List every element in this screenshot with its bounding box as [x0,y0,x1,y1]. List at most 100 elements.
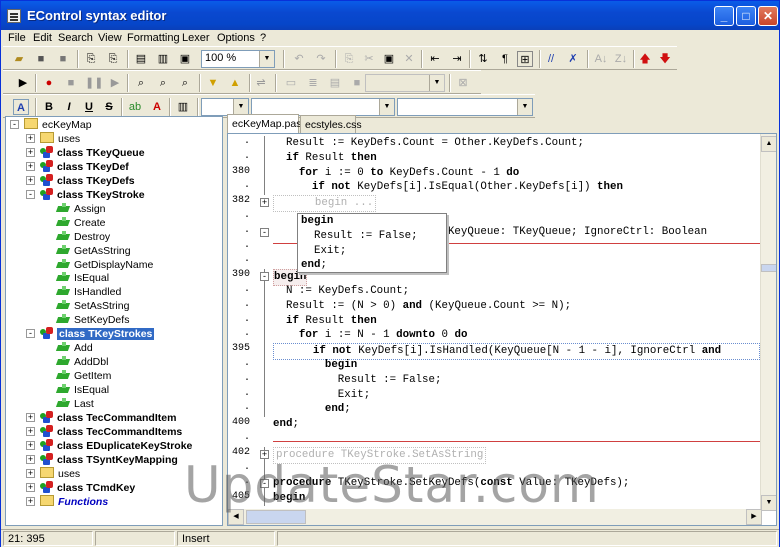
vertical-scrollbar[interactable]: ▲ ▼ [760,134,776,511]
sort-icon[interactable]: ⇅ [475,51,491,67]
block-icon[interactable]: ▤ [327,75,343,91]
print-icon[interactable]: ▥ [155,51,171,67]
tree-expander[interactable]: + [26,147,35,157]
tree-item[interactable]: class TecCommandItems [40,424,182,439]
fold-toggle[interactable]: - [260,272,269,282]
menu-view[interactable]: View [98,32,122,44]
tree-item[interactable]: class TKeyDefs [40,173,135,188]
save-icon[interactable]: ■ [33,51,49,67]
comment-icon[interactable]: // [543,51,559,67]
tree-item[interactable]: SetKeyDefs [56,313,129,327]
wrap-icon[interactable]: ⇌ [253,75,269,91]
uncomment-icon[interactable]: ✗ [565,51,581,67]
underline-icon[interactable]: U [81,99,97,115]
cut-icon[interactable]: ✂ [361,51,377,67]
template-icon[interactable]: ▭ [283,75,299,91]
style-icon[interactable]: A [13,99,29,115]
tree-item[interactable]: Functions [40,494,108,509]
charset-select[interactable]: ▼ [397,98,533,116]
zoom-select[interactable]: 100 % ▼ [201,50,275,68]
tree-item[interactable]: uses [40,131,80,146]
menu-search[interactable]: Search [58,32,93,44]
highlight-icon[interactable]: ab [127,99,143,115]
bold-icon[interactable]: B [41,99,57,115]
lexer-select[interactable]: ▼ [365,74,445,92]
title-bar[interactable]: EControl syntax editor _ □ ✕ [1,1,779,30]
page-setup-icon[interactable]: ▣ [177,51,193,67]
stop-icon[interactable]: ■ [63,75,79,91]
menu-lexer[interactable]: Lexer [182,32,210,44]
fold-toggle[interactable]: - [260,227,269,237]
tree-item[interactable]: Add [56,341,93,355]
menu-file[interactable]: File [8,32,26,44]
tree-item[interactable]: Last [56,397,94,411]
tree-item[interactable]: ecKeyMap [24,118,92,132]
tree-expander[interactable]: + [26,161,35,171]
sort-asc-icon[interactable]: A↓ [593,51,609,67]
minimize-button[interactable]: _ [714,6,734,26]
pilcrow-icon[interactable]: ¶ [497,51,513,67]
tree-item[interactable]: uses [40,466,80,481]
tree-expander[interactable]: + [26,454,35,464]
tree-expander[interactable]: + [26,496,35,506]
tree-expander[interactable]: + [26,412,35,422]
copy-icon[interactable]: ⎘ [341,51,357,67]
tab-eckeymap[interactable]: ecKeyMap.pas [227,114,301,133]
tree-expander[interactable]: - [10,120,19,129]
sort-desc-icon[interactable]: Z↓ [613,51,629,67]
tree-item[interactable]: class TCmdKey [40,480,135,495]
tree-item[interactable]: class TKeyStrokes [40,327,155,341]
tab-ecstyles[interactable]: ecstyles.css [300,115,362,133]
tree-item[interactable]: class EDuplicateKeyStroke [40,438,192,453]
find-icon[interactable]: ⌕ [133,75,149,91]
replace-icon[interactable]: ⌕ [177,75,193,91]
tree-item[interactable]: Destroy [56,230,110,244]
print-preview-icon[interactable]: ▤ [133,51,149,67]
tree-item[interactable]: SetAsString [56,299,129,313]
pause-icon[interactable]: ❚❚ [85,75,103,91]
tree-item[interactable]: AddDbl [56,355,108,369]
italic-icon[interactable]: I [61,99,77,115]
tree-item[interactable]: class TKeyStroke [40,187,145,202]
step-icon[interactable]: ▶ [107,75,123,91]
tree-item[interactable]: class TKeyDef [40,159,129,174]
record-icon[interactable]: ● [41,75,57,91]
undo-icon[interactable]: ↶ [291,51,307,67]
open-icon[interactable]: ▰ [11,51,27,67]
scroll-down-icon[interactable]: ▼ [761,495,776,511]
tree-expander[interactable]: + [26,468,35,478]
tree-item[interactable]: class TKeyQueue [40,145,145,160]
scroll-right-icon[interactable]: ▶ [746,509,762,525]
trash-icon[interactable]: ▥ [175,99,191,115]
arrow-up-icon[interactable]: 🡅 [637,51,653,67]
tree-expander[interactable]: + [26,426,35,436]
tree-expander[interactable]: - [26,329,35,339]
indent-icon[interactable]: ⇤ [427,51,443,67]
bookmark-goto-icon[interactable]: ▲ [227,75,243,91]
tree-item[interactable]: GetAsString [56,244,131,258]
arrow-down-icon[interactable]: 🡇 [657,51,673,67]
tree-expander[interactable]: + [26,440,35,450]
save-all-icon[interactable]: ■ [55,51,71,67]
grid-delete-icon[interactable]: ⊠ [455,75,471,91]
delete-icon[interactable]: ✕ [401,51,417,67]
play-icon[interactable]: ▶ [15,75,31,91]
tree-expander[interactable]: + [26,133,35,143]
scroll-up-icon[interactable]: ▲ [761,136,776,152]
tree-item[interactable]: Assign [56,202,106,216]
menu-options[interactable]: Options [217,32,255,44]
redo-icon[interactable]: ↷ [313,51,329,67]
find-next-icon[interactable]: ⌕ [155,75,171,91]
paste-icon[interactable]: ▣ [381,51,397,67]
menu-edit[interactable]: Edit [33,32,52,44]
tree-item[interactable]: GetDisplayName [56,258,153,272]
tree-expander[interactable]: + [26,175,35,185]
list-icon[interactable]: ≣ [305,75,321,91]
grid-icon[interactable]: ⊞ [517,51,533,67]
unindent-icon[interactable]: ⇥ [449,51,465,67]
scroll-thumb[interactable] [761,264,776,272]
close-button[interactable]: ✕ [758,6,778,26]
window-icon[interactable]: ■ [349,75,365,91]
tree-expander[interactable]: + [26,482,35,492]
tree-expander[interactable]: - [26,189,35,199]
